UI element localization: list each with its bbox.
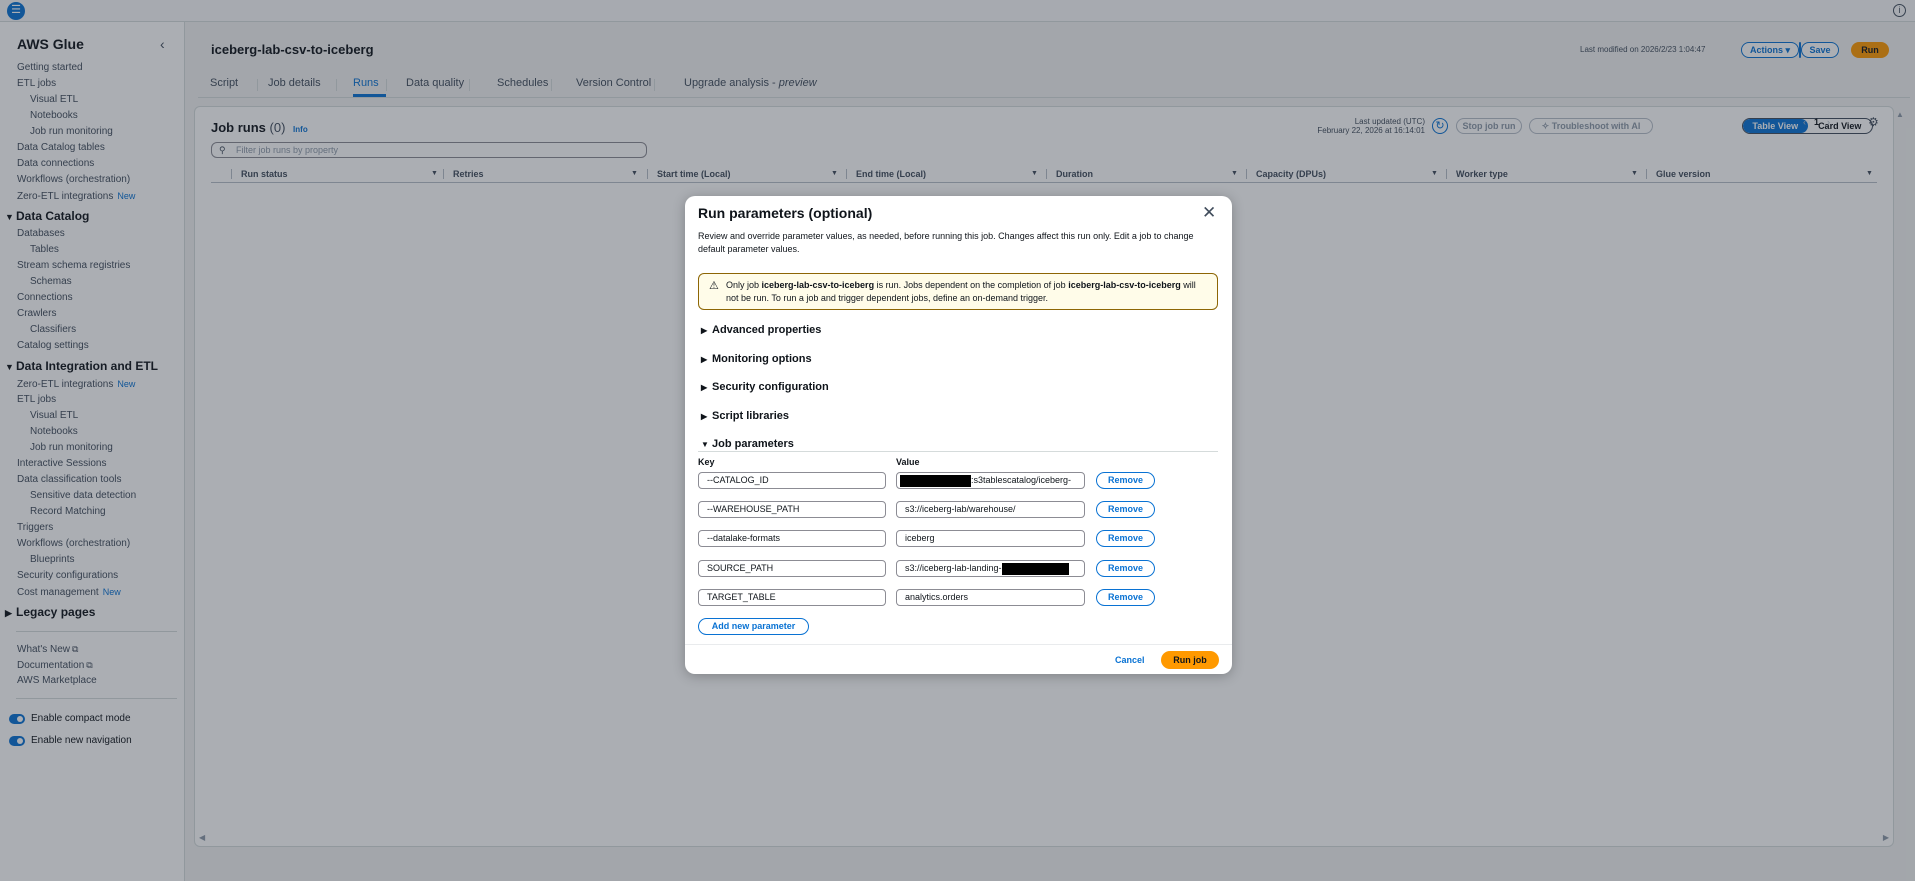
run-job-button[interactable]: Run job	[1161, 651, 1219, 669]
remove-button[interactable]: Remove	[1096, 501, 1155, 518]
param-value-input[interactable]: s3://iceberg-lab/warehouse/	[896, 501, 1085, 518]
redacted-block	[900, 474, 971, 487]
param-value-text: s3://iceberg-lab-landing-	[905, 563, 1002, 573]
remove-button[interactable]: Remove	[1096, 589, 1155, 606]
expander-label: Job parameters	[712, 438, 794, 450]
caret-down-icon: ▼	[701, 440, 709, 449]
alert-prefix: Only job	[726, 280, 762, 290]
modal-title: Run parameters (optional)	[698, 205, 873, 221]
expander-label: Monitoring options	[712, 353, 812, 365]
job-parameters-expander[interactable]: ▼ Job parameters	[701, 438, 794, 450]
monitoring-options-expander[interactable]: ▶ Monitoring options	[701, 353, 812, 365]
alert-mid: is run. Jobs dependent on the completion…	[874, 280, 1069, 290]
param-key-input[interactable]: --WAREHOUSE_PATH	[698, 501, 886, 518]
value-column-label: Value	[896, 457, 920, 467]
key-column-label: Key	[698, 457, 715, 467]
security-configuration-expander[interactable]: ▶ Security configuration	[701, 381, 829, 393]
remove-button[interactable]: Remove	[1096, 472, 1155, 489]
advanced-properties-expander[interactable]: ▶ Advanced properties	[701, 324, 821, 336]
param-key-input[interactable]: TARGET_TABLE	[698, 589, 886, 606]
param-value-input[interactable]: analytics.orders	[896, 589, 1085, 606]
param-value-text: :s3tablescatalog/iceberg-	[971, 475, 1072, 485]
remove-button[interactable]: Remove	[1096, 560, 1155, 577]
alert-text: Only job iceberg-lab-csv-to-iceberg is r…	[726, 279, 1196, 305]
divider	[698, 451, 1218, 452]
cancel-button[interactable]: Cancel	[1115, 655, 1145, 665]
param-value-input[interactable]: :s3tablescatalog/iceberg-	[896, 472, 1085, 489]
caret-right-icon: ▶	[701, 355, 708, 364]
caret-right-icon: ▶	[701, 412, 708, 421]
modal-description: Review and override parameter values, as…	[698, 231, 1194, 254]
remove-button[interactable]: Remove	[1096, 530, 1155, 547]
expander-label: Advanced properties	[712, 324, 822, 336]
run-parameters-modal: Run parameters (optional) ✕ Review and o…	[685, 196, 1232, 674]
alert-job-name-2: iceberg-lab-csv-to-iceberg	[1068, 280, 1181, 290]
param-value-input[interactable]: s3://iceberg-lab-landing-	[896, 560, 1085, 577]
caret-right-icon: ▶	[701, 383, 708, 392]
param-key-input[interactable]: SOURCE_PATH	[698, 560, 886, 577]
expander-label: Script libraries	[712, 410, 790, 422]
param-value-input[interactable]: iceberg	[896, 530, 1085, 547]
script-libraries-expander[interactable]: ▶ Script libraries	[701, 410, 789, 422]
alert-job-name: iceberg-lab-csv-to-iceberg	[761, 280, 875, 290]
expander-label: Security configuration	[712, 381, 829, 393]
warning-icon: ⚠	[709, 280, 719, 292]
redacted-block	[1001, 562, 1069, 575]
param-key-input[interactable]: --datalake-formats	[698, 530, 886, 547]
add-parameter-button[interactable]: Add new parameter	[698, 618, 809, 635]
close-icon[interactable]: ✕	[1202, 203, 1216, 223]
param-key-input[interactable]: --CATALOG_ID	[698, 472, 886, 489]
footer-divider	[685, 644, 1232, 645]
warning-alert: ⚠ Only job iceberg-lab-csv-to-iceberg is…	[698, 273, 1218, 310]
caret-right-icon: ▶	[701, 326, 708, 335]
